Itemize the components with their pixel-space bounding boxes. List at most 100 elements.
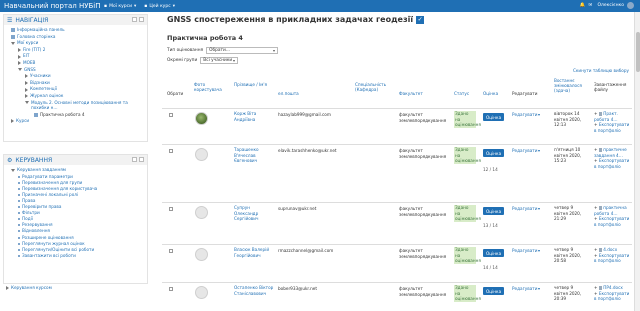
export-portfolio-link[interactable]: Експортувати в портфоліо [594, 253, 629, 264]
avatar[interactable] [195, 206, 208, 219]
row-select-checkbox[interactable] [169, 207, 173, 211]
collapse-icon[interactable] [139, 17, 144, 22]
grade-button[interactable]: Оцінка [483, 207, 505, 215]
nav-item-competencies[interactable]: Компетенції [8, 86, 147, 93]
menu-my-courses[interactable]: ▪ Мої курси ▾ [104, 4, 136, 9]
dock-icon[interactable] [132, 17, 137, 22]
collapse-icon[interactable] [139, 157, 144, 162]
col-specialty[interactable]: Спеціальність (Кафедра) [355, 82, 395, 92]
chevron-down-icon [18, 68, 22, 72]
nav-item-dashboard[interactable]: Інформаційна панель [8, 27, 147, 34]
student-name[interactable]: Тарашенко В'ячеслав Євгенович [234, 147, 274, 164]
expand-icon[interactable]: + [594, 111, 598, 116]
avatar[interactable] [195, 148, 208, 161]
grade-button[interactable]: Оцінка [483, 113, 505, 121]
export-portfolio-link[interactable]: Експортувати в портфоліо [594, 291, 629, 302]
scrollbar-thumb[interactable] [636, 32, 640, 72]
col-photo[interactable]: Фото користувача [194, 82, 224, 92]
export-portfolio-link[interactable]: Експортувати в портфоліо [594, 122, 629, 133]
nav-item-course[interactable]: Fire (TIT) 2 [8, 47, 147, 54]
bullet-icon [18, 224, 20, 227]
col-faculty[interactable]: Факультет [399, 91, 423, 96]
nav-item-gradebook[interactable]: Журнал оцінок [8, 93, 147, 100]
check-icon[interactable]: ✓ [416, 15, 425, 24]
bell-icon[interactable]: 🔔 [579, 3, 585, 9]
dock-icon[interactable] [132, 157, 137, 162]
expand-icon[interactable]: + [594, 205, 598, 210]
grade-button[interactable]: Оцінка [483, 249, 505, 257]
edit-menu[interactable]: Редагувати [512, 286, 541, 291]
edit-menu[interactable]: Редагувати [512, 112, 541, 117]
file-submission: + Практ. робота 4… + Експортувати в портф… [594, 111, 632, 147]
nav-item-course[interactable]: EIT [8, 53, 147, 60]
admin-section-assignment[interactable]: Керування завданням [8, 167, 147, 174]
nav-item-course[interactable]: МОЕВ [8, 60, 147, 67]
chevron-right-icon [25, 87, 28, 92]
admin-item[interactable]: Завантажити всі роботи [8, 253, 147, 259]
nav-item-courses[interactable]: Курси [8, 118, 147, 125]
site-brand[interactable]: Навчальний портал НУБіП [0, 2, 104, 10]
col-grade[interactable]: Оцінка [483, 91, 498, 96]
row-select-checkbox[interactable] [169, 287, 173, 291]
table-row: Супрун Олександр Сергійович suprunav@ukr… [162, 202, 632, 244]
chevron-down-icon [11, 168, 15, 172]
file-submission: + ПР4.docx + Експортувати в портфоліо [594, 285, 632, 311]
expand-icon[interactable]: + [594, 122, 598, 127]
chevron-right-icon [18, 48, 21, 53]
student-name[interactable]: Супрун Олександр Сергійович [234, 205, 274, 222]
bullet-icon [18, 193, 20, 196]
avatar[interactable] [195, 286, 208, 299]
export-portfolio-link[interactable]: Експортувати в портфоліо [594, 216, 629, 227]
main-content: GNSS спостереження в прикладних задачах … [162, 12, 632, 311]
edit-menu[interactable]: Редагувати [512, 248, 541, 253]
student-name[interactable]: Остапенко Віктор Станіславович [234, 285, 274, 296]
row-select-checkbox[interactable] [169, 149, 173, 153]
col-email[interactable]: ел.пошта [278, 91, 299, 96]
nav-item-home[interactable]: Головна сторінка [8, 34, 147, 41]
file-link[interactable]: Практ. робота 4… [594, 111, 618, 122]
file-link[interactable]: 4.docx [603, 247, 617, 252]
file-link[interactable]: ПР4.docx [603, 285, 623, 290]
avatar[interactable] [195, 248, 208, 261]
nav-item-course-gnss[interactable]: GNSS [8, 67, 147, 74]
expand-icon[interactable]: + [594, 285, 598, 290]
expand-icon[interactable]: + [594, 216, 598, 221]
col-status[interactable]: Статус [454, 91, 469, 96]
nav-item-current-assignment[interactable]: Практична робота 4 [8, 112, 147, 119]
expand-icon[interactable]: + [594, 291, 598, 296]
col-last-modified[interactable]: Востаннє змінювалося (здача) [554, 78, 590, 93]
nav-item-participants[interactable]: Учасники [8, 73, 147, 80]
file-submission: + практична робота 4… + Експортувати в по… [594, 205, 632, 241]
col-name[interactable]: Прізвище / Ім'я [234, 82, 270, 87]
expand-icon[interactable]: + [594, 253, 598, 258]
group-select[interactable]: Всі учасники [200, 57, 239, 64]
row-select-checkbox[interactable] [169, 113, 173, 117]
chat-icon[interactable]: ✉ [588, 3, 594, 9]
row-select-checkbox[interactable] [169, 249, 173, 253]
chevron-down-icon [25, 100, 29, 104]
page-scrollbar[interactable] [634, 12, 640, 311]
reset-table-link[interactable]: Скинути таблицю вибору [573, 68, 629, 73]
export-portfolio-link[interactable]: Експортувати в портфоліо [594, 158, 629, 169]
avatar[interactable] [195, 112, 208, 125]
edit-menu[interactable]: Редагувати [512, 148, 541, 153]
grade-button[interactable]: Оцінка [483, 149, 505, 157]
user-menu[interactable]: 🔔 ✉ Олексієнко [579, 2, 634, 9]
expand-icon[interactable]: + [594, 158, 598, 163]
grading-type-select[interactable]: Обрати... [206, 47, 279, 54]
admin-course-link[interactable]: Керування курсом [6, 285, 52, 290]
expand-icon[interactable]: + [594, 247, 598, 252]
assignment-icon [34, 112, 38, 117]
student-name[interactable]: Власюк Валерій Георгійович [234, 247, 274, 258]
grade-button[interactable]: Оцінка [483, 287, 505, 295]
nav-item-my-courses[interactable]: Мої курси [8, 40, 147, 47]
expand-icon[interactable]: + [594, 147, 598, 152]
student-name[interactable]: Корж Віта Андріївна [234, 111, 274, 122]
menu-this-course[interactable]: ▪ Цей курс ▾ [144, 4, 175, 9]
nav-item-module[interactable]: Модуль 2. Основні методи позиціювання та… [8, 100, 138, 112]
settings-icon [18, 175, 20, 178]
nav-item-badges[interactable]: Відзнаки [8, 80, 147, 87]
student-faculty: факультет землевпорядкування [399, 286, 447, 297]
edit-menu[interactable]: Редагувати [512, 206, 541, 211]
grade-value: 13 / 14 [483, 223, 498, 228]
